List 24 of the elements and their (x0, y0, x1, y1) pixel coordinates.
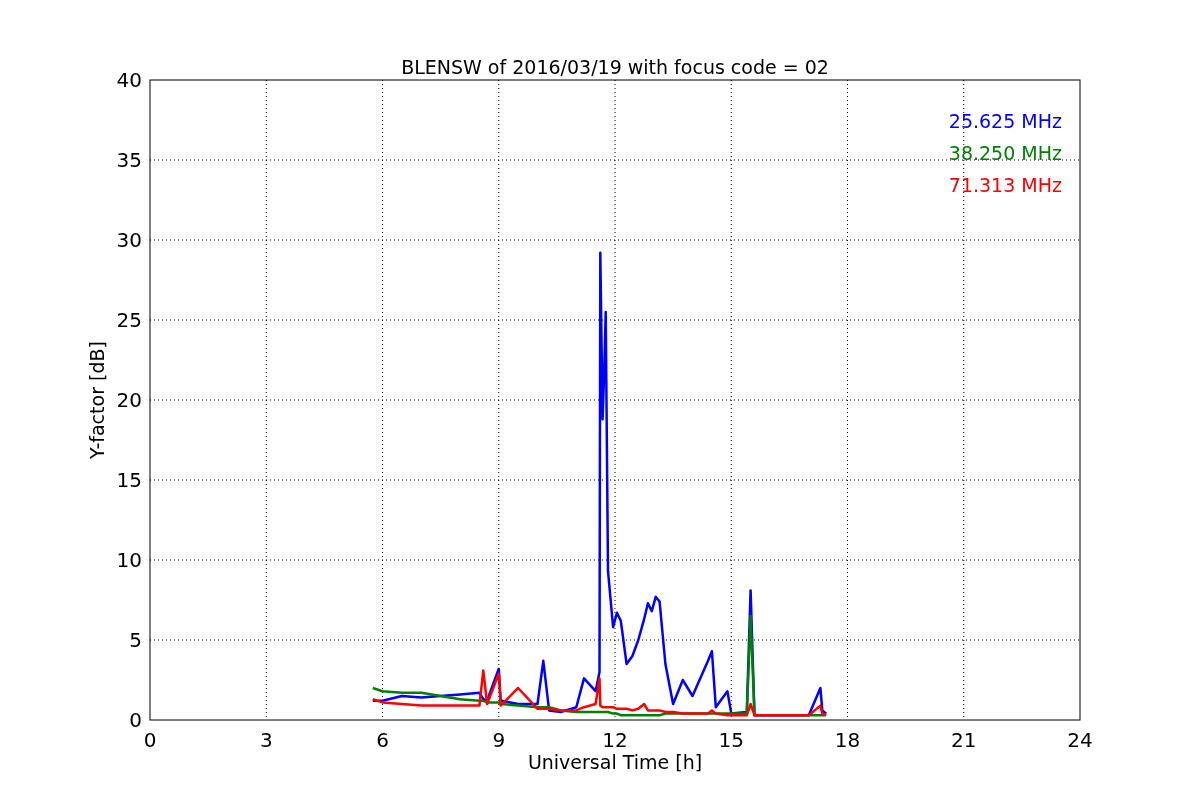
legend-label: 38.250 MHz (948, 142, 1062, 164)
y-tick-label: 25 (116, 308, 142, 332)
legend-label: 25.625 MHz (948, 110, 1062, 132)
y-tick-label: 15 (116, 468, 142, 492)
x-tick-label: 21 (951, 728, 977, 752)
y-tick-label: 30 (116, 228, 142, 252)
y-tick-label: 0 (129, 708, 142, 732)
x-tick-label: 3 (259, 728, 273, 752)
x-tick-label: 9 (492, 728, 506, 752)
x-axis-label: Universal Time [h] (527, 751, 703, 773)
x-tick-label: 12 (602, 728, 628, 752)
chart-title: BLENSW of 2016/03/19 with focus code = 02 (401, 56, 829, 78)
x-tick-label: 18 (834, 728, 861, 752)
x-tick-label: 0 (143, 728, 157, 752)
legend-label: 71.313 MHz (948, 174, 1062, 196)
y-tick-label: 20 (116, 388, 142, 412)
y-tick-label: 40 (116, 68, 142, 92)
y-tick-label: 35 (116, 148, 142, 172)
x-tick-label: 24 (1067, 728, 1093, 752)
x-tick-label: 15 (718, 728, 744, 752)
y-axis-label: Y-factor [dB] (86, 341, 108, 459)
y-tick-label: 10 (116, 548, 142, 572)
x-tick-label: 6 (376, 728, 389, 752)
y-tick-label: 5 (129, 628, 142, 652)
